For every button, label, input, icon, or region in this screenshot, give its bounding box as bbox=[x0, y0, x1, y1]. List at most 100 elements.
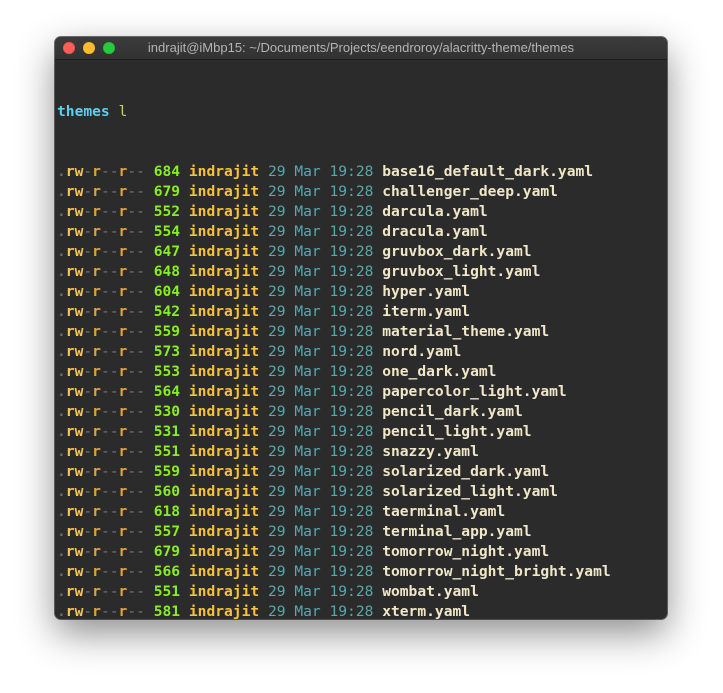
permissions-group: r bbox=[92, 323, 101, 340]
permissions-prefix: . bbox=[57, 523, 66, 540]
file-size: 551 bbox=[153, 583, 181, 600]
file-name: challenger_deep.yaml bbox=[382, 183, 558, 200]
permissions-separator: - bbox=[83, 603, 93, 619]
permissions-separator: -- bbox=[100, 303, 119, 320]
permissions-separator: - bbox=[83, 163, 93, 180]
file-name: pencil_dark.yaml bbox=[382, 403, 523, 420]
permissions-separator: -- bbox=[127, 383, 145, 400]
file-owner: indrajit bbox=[188, 363, 260, 380]
permissions-separator: -- bbox=[127, 283, 145, 300]
permissions-separator: -- bbox=[127, 483, 145, 500]
permissions-owner: rw bbox=[65, 163, 84, 180]
permissions-owner: rw bbox=[65, 283, 84, 300]
permissions-separator: -- bbox=[100, 403, 119, 420]
title-bar[interactable]: indrajit@iMbp15: ~/Documents/Projects/ee… bbox=[55, 37, 667, 60]
file-owner: indrajit bbox=[188, 463, 260, 480]
permissions-owner: rw bbox=[65, 203, 84, 220]
file-modified-date: 29 Mar 19:28 bbox=[267, 523, 374, 540]
permissions-separator: - bbox=[83, 403, 93, 420]
file-name: one_dark.yaml bbox=[382, 363, 497, 380]
permissions-group: r bbox=[92, 503, 101, 520]
permissions-separator: - bbox=[83, 243, 93, 260]
permissions-separator: -- bbox=[100, 483, 119, 500]
file-row: .rw-r--r-- 530 indrajit 29 Mar 19:28 pen… bbox=[57, 402, 667, 422]
permissions-prefix: . bbox=[57, 283, 66, 300]
permissions-separator: - bbox=[83, 383, 93, 400]
file-owner: indrajit bbox=[188, 263, 260, 280]
file-modified-date: 29 Mar 19:28 bbox=[267, 283, 374, 300]
permissions-prefix: . bbox=[57, 343, 66, 360]
file-owner: indrajit bbox=[188, 483, 260, 500]
permissions-owner: rw bbox=[65, 543, 84, 560]
permissions-prefix: . bbox=[57, 183, 66, 200]
permissions-group: r bbox=[92, 303, 101, 320]
file-row: .rw-r--r-- 618 indrajit 29 Mar 19:28 tae… bbox=[57, 502, 667, 522]
file-name: solarized_light.yaml bbox=[382, 483, 558, 500]
permissions-prefix: . bbox=[57, 223, 66, 240]
permissions-prefix: . bbox=[57, 483, 66, 500]
permissions-owner: rw bbox=[65, 183, 84, 200]
file-owner: indrajit bbox=[188, 223, 260, 240]
permissions-prefix: . bbox=[57, 363, 66, 380]
file-name: xterm.yaml bbox=[382, 603, 471, 619]
file-modified-date: 29 Mar 19:28 bbox=[267, 403, 374, 420]
permissions-separator: - bbox=[83, 343, 93, 360]
permissions-separator: - bbox=[83, 563, 93, 580]
permissions-prefix: . bbox=[57, 603, 66, 619]
permissions-prefix: . bbox=[57, 203, 66, 220]
file-row: .rw-r--r-- 581 indrajit 29 Mar 19:28 xte… bbox=[57, 602, 667, 619]
file-owner: indrajit bbox=[188, 523, 260, 540]
permissions-separator: - bbox=[83, 423, 93, 440]
file-size: 679 bbox=[153, 543, 181, 560]
file-row: .rw-r--r-- 560 indrajit 29 Mar 19:28 sol… bbox=[57, 482, 667, 502]
permissions-group: r bbox=[92, 243, 101, 260]
permissions-prefix: . bbox=[57, 323, 66, 340]
file-size: 618 bbox=[153, 503, 181, 520]
file-row: .rw-r--r-- 684 indrajit 29 Mar 19:28 bas… bbox=[57, 162, 667, 182]
permissions-owner: rw bbox=[65, 483, 84, 500]
file-modified-date: 29 Mar 19:28 bbox=[267, 463, 374, 480]
window-title: indrajit@iMbp15: ~/Documents/Projects/ee… bbox=[147, 40, 575, 55]
file-row: .rw-r--r-- 531 indrajit 29 Mar 19:28 pen… bbox=[57, 422, 667, 442]
file-row: .rw-r--r-- 604 indrajit 29 Mar 19:28 hyp… bbox=[57, 282, 667, 302]
permissions-separator: -- bbox=[127, 523, 145, 540]
file-owner: indrajit bbox=[188, 503, 260, 520]
file-row: .rw-r--r-- 551 indrajit 29 Mar 19:28 wom… bbox=[57, 582, 667, 602]
file-size: 604 bbox=[153, 283, 181, 300]
permissions-separator: -- bbox=[127, 183, 145, 200]
file-name: nord.yaml bbox=[382, 343, 462, 360]
permissions-separator: -- bbox=[127, 463, 145, 480]
file-row: .rw-r--r-- 554 indrajit 29 Mar 19:28 dra… bbox=[57, 222, 667, 242]
file-size: 530 bbox=[153, 403, 181, 420]
permissions-separator: - bbox=[83, 303, 93, 320]
permissions-group: r bbox=[92, 263, 101, 280]
permissions-prefix: . bbox=[57, 163, 66, 180]
file-modified-date: 29 Mar 19:28 bbox=[267, 423, 374, 440]
permissions-group: r bbox=[92, 163, 101, 180]
file-modified-date: 29 Mar 19:28 bbox=[267, 343, 374, 360]
permissions-group: r bbox=[92, 523, 101, 540]
permissions-prefix: . bbox=[57, 583, 66, 600]
file-size: 647 bbox=[153, 243, 181, 260]
permissions-prefix: . bbox=[57, 443, 66, 460]
file-owner: indrajit bbox=[188, 283, 260, 300]
file-row: .rw-r--r-- 559 indrajit 29 Mar 19:28 sol… bbox=[57, 462, 667, 482]
permissions-owner: rw bbox=[65, 523, 84, 540]
permissions-separator: -- bbox=[100, 603, 119, 619]
permissions-separator: -- bbox=[100, 563, 119, 580]
permissions-separator: - bbox=[83, 183, 93, 200]
permissions-owner: rw bbox=[65, 223, 84, 240]
terminal-output[interactable]: themes l .rw-r--r-- 684 indrajit 29 Mar … bbox=[55, 60, 667, 619]
file-owner: indrajit bbox=[188, 443, 260, 460]
permissions-group: r bbox=[92, 443, 101, 460]
file-row: .rw-r--r-- 552 indrajit 29 Mar 19:28 dar… bbox=[57, 202, 667, 222]
permissions-separator: -- bbox=[100, 503, 119, 520]
file-name: papercolor_light.yaml bbox=[382, 383, 567, 400]
permissions-separator: -- bbox=[100, 183, 119, 200]
file-size: 648 bbox=[153, 263, 181, 280]
file-size: 559 bbox=[153, 463, 181, 480]
file-modified-date: 29 Mar 19:28 bbox=[267, 243, 374, 260]
file-row: .rw-r--r-- 551 indrajit 29 Mar 19:28 sna… bbox=[57, 442, 667, 462]
permissions-separator: - bbox=[83, 363, 93, 380]
permissions-owner: rw bbox=[65, 563, 84, 580]
